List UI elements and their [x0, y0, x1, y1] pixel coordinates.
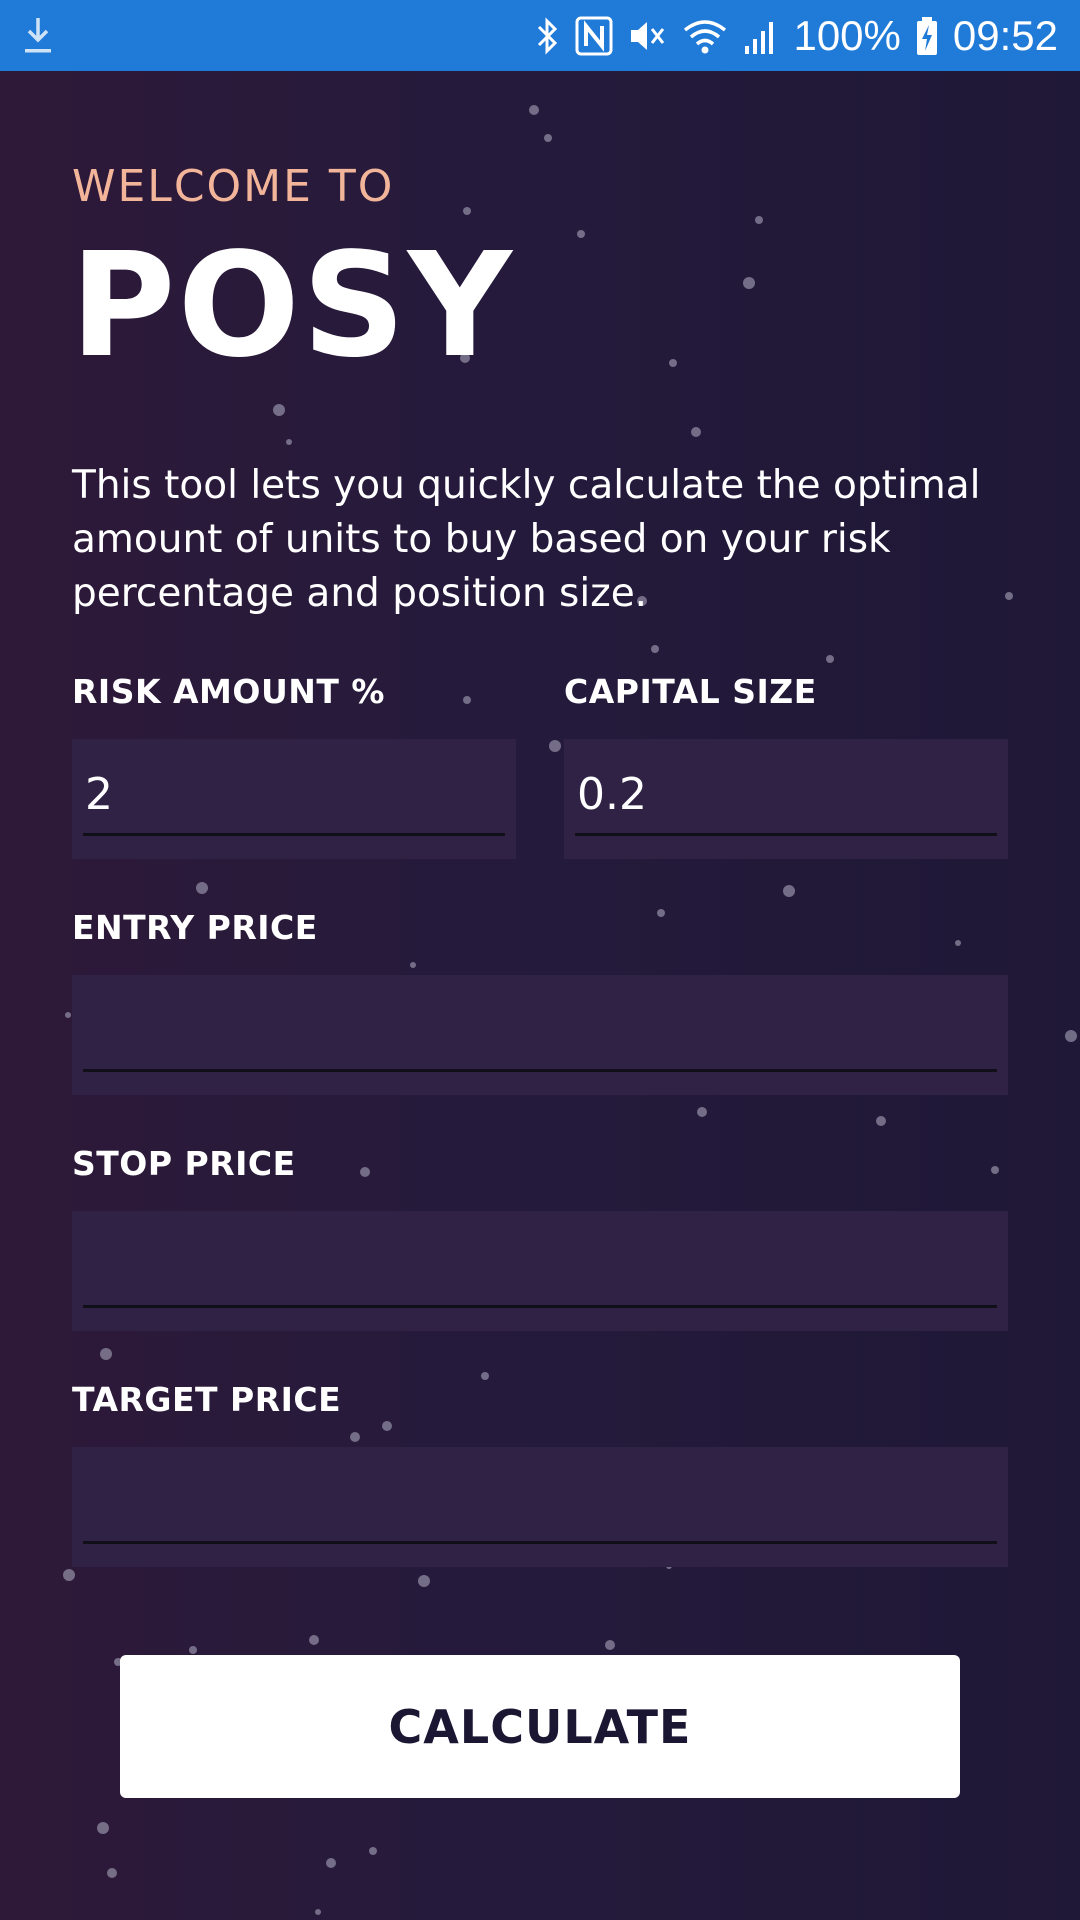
- entry-price-label: ENTRY PRICE: [72, 908, 318, 947]
- app-screen: WELCOME TO POSY This tool lets you quick…: [0, 71, 1080, 1920]
- risk-amount-value: 2: [85, 769, 113, 820]
- nfc-icon: [575, 16, 613, 55]
- wifi-icon: [684, 19, 727, 53]
- battery-charging-icon: [916, 16, 937, 55]
- status-icons: 100% 09:52: [535, 0, 1058, 71]
- risk-amount-input[interactable]: 2: [72, 739, 516, 859]
- input-underline: [83, 1069, 997, 1072]
- capital-size-input[interactable]: 0.2: [564, 739, 1008, 859]
- entry-price-input[interactable]: [72, 975, 1008, 1095]
- capital-size-value: 0.2: [577, 769, 647, 820]
- input-underline: [83, 833, 505, 836]
- stop-price-input[interactable]: [72, 1211, 1008, 1331]
- calculate-button[interactable]: CALCULATE: [120, 1655, 960, 1798]
- target-price-input[interactable]: [72, 1447, 1008, 1567]
- battery-percent: 100%: [793, 11, 901, 59]
- stop-price-label: STOP PRICE: [72, 1144, 296, 1183]
- input-underline: [575, 833, 997, 836]
- welcome-heading: WELCOME TO: [72, 161, 395, 212]
- capital-size-label: CAPITAL SIZE: [564, 672, 817, 711]
- mute-icon: [631, 21, 665, 50]
- target-price-label: TARGET PRICE: [72, 1380, 342, 1419]
- input-underline: [83, 1305, 997, 1308]
- input-underline: [83, 1541, 997, 1544]
- download-icon: [25, 18, 51, 53]
- app-title: POSY: [70, 221, 514, 389]
- status-bar: 100% 09:52: [0, 0, 1080, 71]
- app-description: This tool lets you quickly calculate the…: [72, 463, 981, 616]
- bluetooth-icon: [538, 16, 558, 55]
- risk-amount-label: RISK AMOUNT %: [72, 672, 385, 711]
- signal-icon: [745, 21, 774, 54]
- clock: 09:52: [952, 11, 1058, 59]
